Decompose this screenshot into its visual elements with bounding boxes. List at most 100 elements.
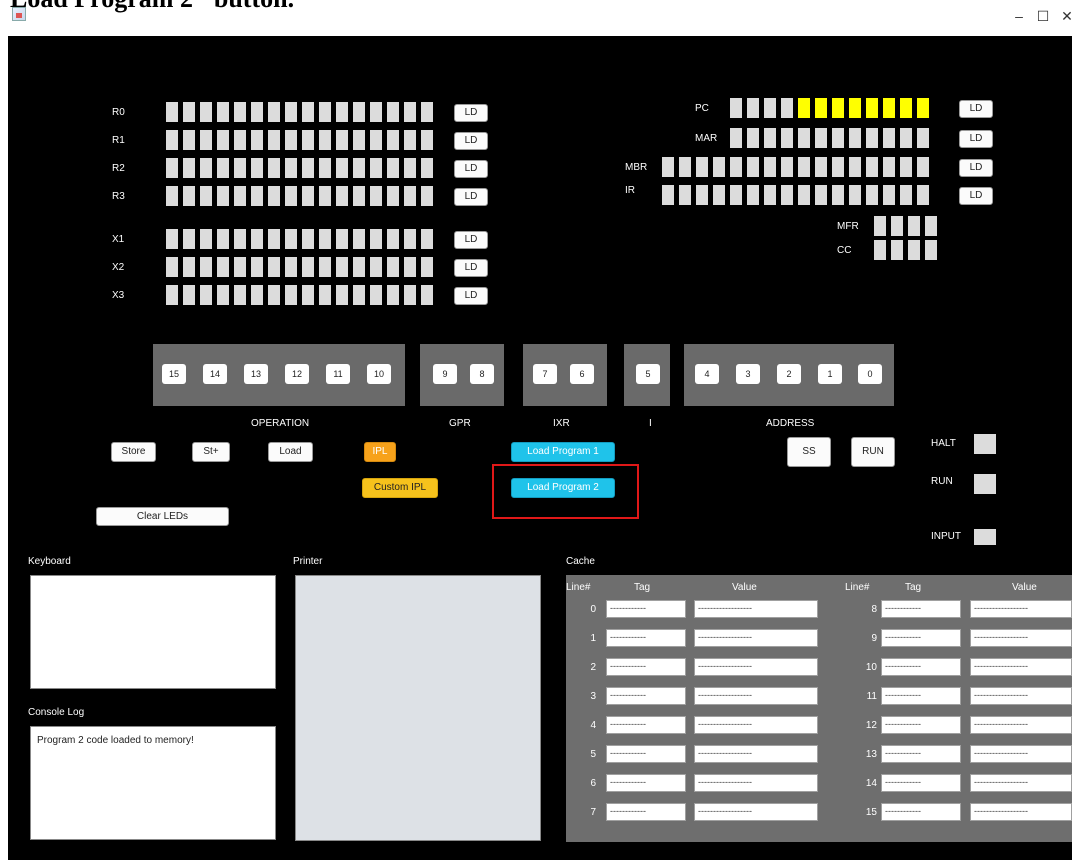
switch-bit-12[interactable]: 12 <box>285 364 309 384</box>
register-leds-r2 <box>166 158 438 178</box>
cache-tag-field[interactable]: ------------ <box>606 600 686 618</box>
ld-button-ir[interactable]: LD <box>959 187 993 205</box>
ld-button-r0[interactable]: LD <box>454 104 488 122</box>
ld-button-mbr[interactable]: LD <box>959 159 993 177</box>
switch-bit-8[interactable]: 8 <box>470 364 494 384</box>
switch-bit-9[interactable]: 9 <box>433 364 457 384</box>
switch-bit-3[interactable]: 3 <box>736 364 760 384</box>
cache-tag-field[interactable]: ------------ <box>606 629 686 647</box>
switch-bit-10[interactable]: 10 <box>367 364 391 384</box>
switch-bit-7[interactable]: 7 <box>533 364 557 384</box>
led-bit <box>285 229 297 249</box>
ld-button-x1[interactable]: LD <box>454 231 488 249</box>
cache-tag-field[interactable]: ------------ <box>881 774 961 792</box>
switch-bit-6[interactable]: 6 <box>570 364 594 384</box>
minimize-icon[interactable]: – <box>1006 6 1032 26</box>
switch-bit-11[interactable]: 11 <box>326 364 350 384</box>
led-bit <box>883 128 895 148</box>
led-bit <box>336 186 348 206</box>
cache-value-field[interactable]: ------------------ <box>694 658 818 676</box>
register-leds-mar <box>730 128 934 148</box>
cache-tag-field[interactable]: ------------ <box>606 745 686 763</box>
cache-value-field[interactable]: ------------------ <box>970 774 1072 792</box>
ld-button-r3[interactable]: LD <box>454 188 488 206</box>
cache-tag-field[interactable]: ------------ <box>606 774 686 792</box>
cache-line-number: 5 <box>590 749 596 760</box>
led-bit <box>421 186 433 206</box>
cache-value-field[interactable]: ------------------ <box>694 629 818 647</box>
cache-value-field[interactable]: ------------------ <box>970 658 1072 676</box>
cache-value-field[interactable]: ------------------ <box>970 629 1072 647</box>
switch-bit-13[interactable]: 13 <box>244 364 268 384</box>
cache-tag-field[interactable]: ------------ <box>881 600 961 618</box>
switch-bit-4[interactable]: 4 <box>695 364 719 384</box>
ixr-label: IXR <box>553 418 570 429</box>
led-bit <box>251 186 263 206</box>
led-bit <box>764 128 776 148</box>
led-bit <box>268 158 280 178</box>
custom-ipl-button[interactable]: Custom IPL <box>362 478 438 498</box>
cache-tag-field[interactable]: ------------ <box>881 745 961 763</box>
cache-value-field[interactable]: ------------------ <box>694 600 818 618</box>
led-bit <box>798 157 810 177</box>
ld-button-mar[interactable]: LD <box>959 130 993 148</box>
cache-tag-field[interactable]: ------------ <box>881 687 961 705</box>
cache-value-field[interactable]: ------------------ <box>694 774 818 792</box>
switch-bit-0[interactable]: 0 <box>858 364 882 384</box>
cache-line-number: 2 <box>590 662 596 673</box>
cache-tag-field[interactable]: ------------ <box>881 716 961 734</box>
led-bit <box>679 185 691 205</box>
cache-tag-field[interactable]: ------------ <box>606 687 686 705</box>
ld-button-x2[interactable]: LD <box>454 259 488 277</box>
led-bit <box>696 157 708 177</box>
load-program-1-button[interactable]: Load Program 1 <box>511 442 615 462</box>
cache-value-field[interactable]: ------------------ <box>970 600 1072 618</box>
load-button[interactable]: Load <box>268 442 313 462</box>
switch-bit-1[interactable]: 1 <box>818 364 842 384</box>
cache-value-field[interactable]: ------------------ <box>694 803 818 821</box>
register-leds-ir <box>662 185 934 205</box>
ld-button-r1[interactable]: LD <box>454 132 488 150</box>
ss-button[interactable]: SS <box>787 437 831 467</box>
ipl-button[interactable]: IPL <box>364 442 396 462</box>
cache-tag-field[interactable]: ------------ <box>881 658 961 676</box>
cache-value-field[interactable]: ------------------ <box>694 745 818 763</box>
cache-value-field[interactable]: ------------------ <box>970 745 1072 763</box>
clear-leds-button[interactable]: Clear LEDs <box>96 507 229 526</box>
switch-bit-14[interactable]: 14 <box>203 364 227 384</box>
keyboard-input[interactable] <box>30 575 276 689</box>
i-label: I <box>649 418 652 429</box>
cache-tag-field[interactable]: ------------ <box>881 629 961 647</box>
led-bit <box>166 257 178 277</box>
led-bit <box>285 257 297 277</box>
cache-value-field[interactable]: ------------------ <box>694 687 818 705</box>
cache-tag-field[interactable]: ------------ <box>606 716 686 734</box>
led-bit <box>891 240 903 260</box>
cache-value-field[interactable]: ------------------ <box>970 803 1072 821</box>
ld-button-r2[interactable]: LD <box>454 160 488 178</box>
console-log-label: Console Log <box>28 707 85 718</box>
cache-value-field[interactable]: ------------------ <box>694 716 818 734</box>
store-button[interactable]: Store <box>111 442 156 462</box>
maximize-icon[interactable]: ☐ <box>1030 6 1056 26</box>
cache-tag-field[interactable]: ------------ <box>606 803 686 821</box>
led-bit <box>370 229 382 249</box>
cache-value-field[interactable]: ------------------ <box>970 716 1072 734</box>
led-bit <box>900 98 912 118</box>
run-button[interactable]: RUN <box>851 437 895 467</box>
ld-button-x3[interactable]: LD <box>454 287 488 305</box>
led-bit <box>183 158 195 178</box>
close-icon[interactable]: ✕ <box>1054 6 1072 26</box>
st-plus-button[interactable]: St+ <box>192 442 230 462</box>
cache-tag-field[interactable]: ------------ <box>606 658 686 676</box>
cache-value-field[interactable]: ------------------ <box>970 687 1072 705</box>
switch-bit-15[interactable]: 15 <box>162 364 186 384</box>
switch-bit-5[interactable]: 5 <box>636 364 660 384</box>
switch-bit-2[interactable]: 2 <box>777 364 801 384</box>
ld-button-pc[interactable]: LD <box>959 100 993 118</box>
console-log-output: Program 2 code loaded to memory! <box>30 726 276 840</box>
cache-tag-field[interactable]: ------------ <box>881 803 961 821</box>
led-bit <box>781 185 793 205</box>
led-bit <box>874 240 886 260</box>
led-bit <box>832 128 844 148</box>
